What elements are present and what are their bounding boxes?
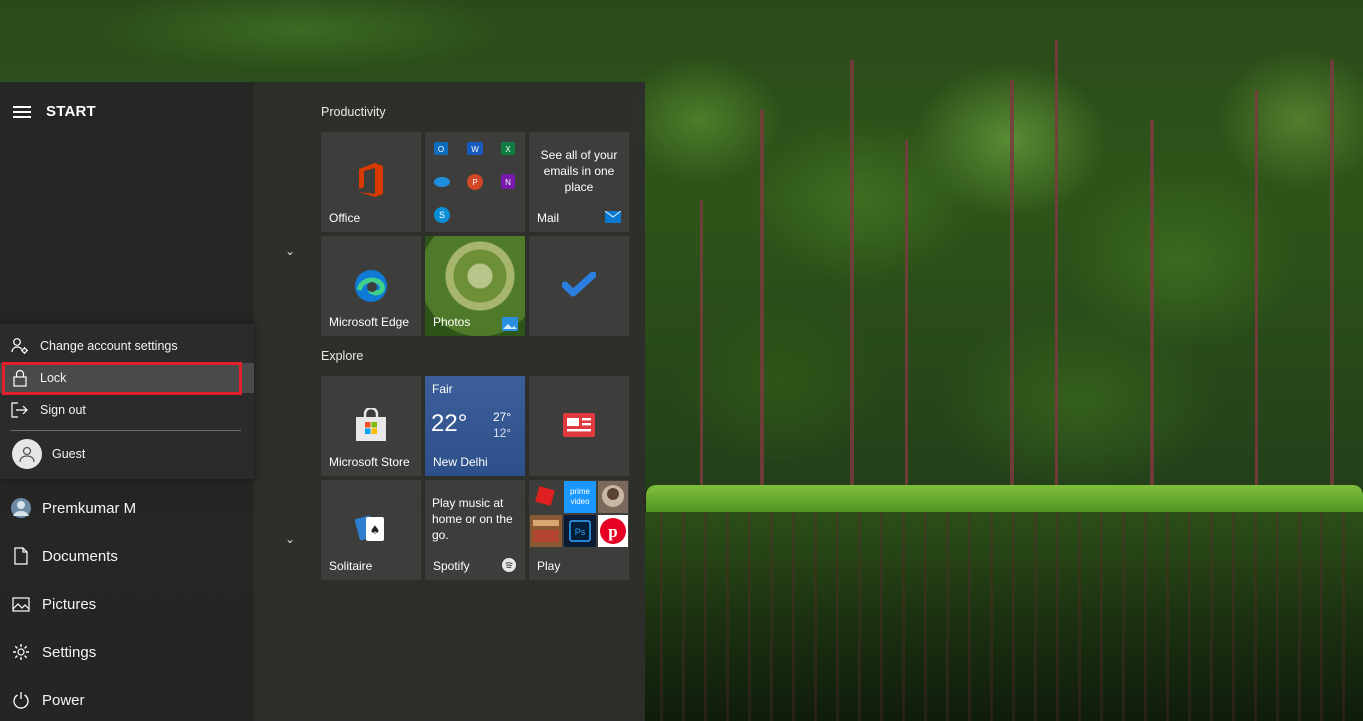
tile-microsoft-edge[interactable]: Microsoft Edge [321, 236, 421, 336]
flyout-divider [10, 430, 241, 431]
tile-mail[interactable]: See all of your emails in one place Mail [529, 132, 629, 232]
tile-office[interactable]: Office [321, 132, 421, 232]
tile-spotify-label: Spotify [433, 559, 470, 573]
mail-text-line: See all of your [540, 148, 618, 162]
office-apps-icon: O W X P N S [434, 142, 515, 223]
tree-trunk [1255, 90, 1258, 490]
photos-icon [502, 317, 518, 331]
guest-avatar-icon [12, 439, 42, 469]
svg-text:O: O [438, 145, 444, 154]
svg-text:Ps: Ps [575, 527, 586, 537]
svg-text:prime: prime [570, 487, 591, 496]
svg-text:X: X [505, 145, 511, 154]
svg-text:W: W [471, 145, 479, 154]
group-title-explore: Explore [321, 349, 364, 363]
guest-label: Guest [52, 447, 86, 461]
spotify-icon [502, 558, 516, 572]
svg-text:video: video [570, 497, 590, 506]
tile-mail-label: Mail [537, 211, 560, 225]
tree-trunk [905, 140, 908, 490]
edge-icon [321, 268, 421, 304]
tree-trunk [1330, 60, 1334, 490]
pictures-icon [0, 596, 42, 612]
tile-spotify[interactable]: Play music at home or on the go. Spotify [425, 480, 525, 580]
hamburger-menu-icon[interactable] [13, 106, 31, 118]
rail-item-power[interactable]: Power [0, 678, 254, 721]
tile-edge-label: Microsoft Edge [329, 315, 410, 329]
weather-temp: 22° [431, 410, 468, 437]
mail-text-line: emails in one [543, 164, 615, 178]
tile-office-label: Office [329, 211, 361, 225]
lock-item[interactable]: Lock [0, 363, 254, 393]
mail-icon [605, 211, 621, 223]
cards-icon: ♠ [321, 512, 421, 546]
tile-news[interactable] [529, 376, 629, 476]
play-apps-icon: primevideo Ps p [530, 481, 628, 547]
weather-city: New Delhi [433, 455, 488, 469]
news-icon [529, 412, 629, 438]
tree-trunk [760, 110, 764, 490]
tree-trunk [850, 60, 854, 490]
rail-item-documents[interactable]: Documents [0, 534, 254, 578]
rail-item-user-label: Premkumar M [42, 499, 137, 517]
gear-icon [0, 643, 42, 661]
tree-trunk [1055, 40, 1058, 490]
tree-trunk [700, 200, 703, 490]
rail-item-settings-label: Settings [42, 643, 97, 661]
account-settings-icon [0, 337, 40, 355]
tile-photos[interactable]: Photos [425, 236, 525, 336]
svg-text:♠: ♠ [370, 523, 381, 537]
lock-label: Lock [40, 371, 67, 385]
tile-solitaire-label: Solitaire [329, 559, 373, 573]
rail-item-power-label: Power [42, 691, 85, 709]
tree-trunk [1150, 120, 1154, 490]
sign-out-icon [0, 402, 40, 418]
rail-item-user[interactable]: Premkumar M [0, 486, 254, 530]
sign-out-label: Sign out [40, 403, 86, 417]
svg-text:p: p [608, 522, 617, 541]
sign-out-item[interactable]: Sign out [0, 395, 254, 425]
rail-item-settings[interactable]: Settings [0, 630, 254, 674]
change-account-settings-item[interactable]: Change account settings [0, 331, 254, 361]
rail-item-pictures-label: Pictures [42, 595, 97, 613]
tile-todo[interactable] [529, 236, 629, 336]
tile-office-apps-folder[interactable]: O W X P N S [425, 132, 525, 232]
tree-trunk [1010, 80, 1014, 490]
office-icon [321, 162, 421, 198]
rail-item-pictures[interactable]: Pictures [0, 582, 254, 626]
spotify-text-line: go. [432, 528, 449, 542]
spotify-text-line: home or on the [432, 512, 513, 526]
lock-icon [0, 369, 40, 387]
tile-play-folder[interactable]: prime video Ps p Play [529, 480, 629, 580]
mail-text-line: place [564, 180, 594, 194]
tile-store-label: Microsoft Store [329, 455, 410, 469]
document-icon [0, 547, 42, 565]
grass-shore [646, 485, 1363, 515]
tile-solitaire[interactable]: ♠ Solitaire [321, 480, 421, 580]
checkmark-icon [529, 272, 629, 298]
spotify-text-line: Play music at [432, 496, 504, 510]
store-bag-icon [321, 408, 421, 442]
weather-high: 27° [493, 410, 512, 424]
tile-weather[interactable]: Fair 22° 27° 12° New Delhi [425, 376, 525, 476]
guest-account-item[interactable]: Guest [0, 438, 254, 470]
weather-condition: Fair [432, 382, 453, 396]
svg-text:S: S [439, 210, 445, 220]
change-account-settings-label: Change account settings [40, 339, 178, 353]
rail-item-documents-label: Documents [42, 547, 118, 565]
collapse-group-chevron-icon[interactable]: ⌄ [285, 532, 295, 546]
tile-microsoft-store[interactable]: Microsoft Store [321, 376, 421, 476]
svg-text:N: N [505, 178, 511, 187]
user-avatar-icon [0, 497, 42, 519]
collapse-group-chevron-icon[interactable]: ⌄ [285, 244, 295, 258]
tile-photos-label: Photos [433, 315, 471, 329]
start-title: START [46, 103, 96, 120]
power-icon [0, 691, 42, 709]
start-menu: START Change account settings Lock Sign … [0, 82, 645, 721]
svg-text:P: P [472, 178, 477, 187]
weather-low: 12° [493, 426, 512, 440]
tile-play-label: Play [537, 559, 561, 573]
group-title-productivity: Productivity [321, 105, 386, 119]
